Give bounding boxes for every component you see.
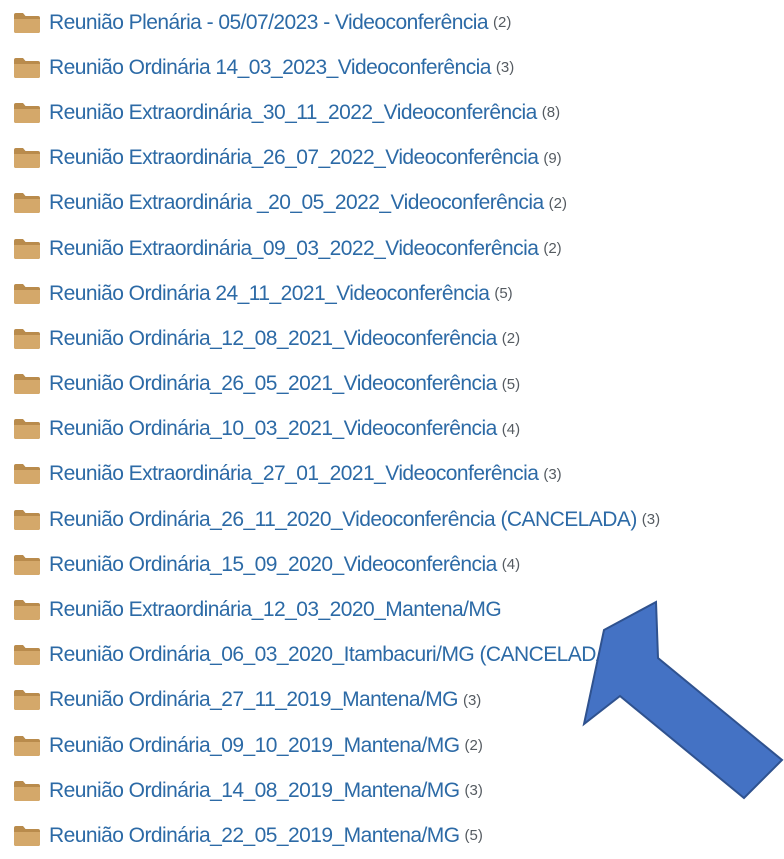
folder-icon <box>14 554 40 575</box>
folder-link[interactable]: Reunião Ordinária_12_08_2021_Videoconfer… <box>49 327 497 351</box>
folder-icon <box>14 509 40 530</box>
folder-icon <box>14 600 40 621</box>
folder-count: (5) <box>494 285 513 303</box>
folder-row[interactable]: Reunião Ordinária_26_05_2021_Videoconfer… <box>13 362 660 407</box>
folder-link[interactable]: Reunião Extraordinária_12_03_2020_Manten… <box>49 598 502 622</box>
folder-count: (2) <box>501 330 521 348</box>
folder-icon <box>14 825 40 846</box>
folder-count: (3) <box>495 59 515 77</box>
folder-link[interactable]: Reunião Ordinária_26_11_2020_Videoconfer… <box>49 508 637 532</box>
folder-list: Reunião Plenária - 05/07/2023 - Videocon… <box>13 0 660 859</box>
folder-link[interactable]: Reunião Ordinária_15_09_2020_Videoconfer… <box>49 553 497 577</box>
folder-count: (2) <box>493 14 512 32</box>
folder-count: (3) <box>543 465 562 483</box>
folder-link[interactable]: Reunião Extraordinária_09_03_2022_Videoc… <box>49 237 539 261</box>
folder-icon <box>14 328 40 349</box>
folder-icon <box>14 193 40 214</box>
folder-row[interactable]: Reunião Plenária - 05/07/2023 - Videocon… <box>13 0 660 45</box>
folder-link[interactable]: Reunião Ordinária 24_11_2021_Videoconfer… <box>49 282 490 306</box>
folder-row[interactable]: Reunião Ordinária 24_11_2021_Videoconfer… <box>13 271 660 316</box>
folder-link[interactable]: Reunião Extraordinária _20_05_2022_Video… <box>49 191 544 215</box>
folder-count: (8) <box>541 104 561 122</box>
folder-row[interactable]: Reunião Extraordinária_26_07_2022_Videoc… <box>13 136 660 181</box>
folder-row[interactable]: Reunião Extraordinária _20_05_2022_Video… <box>13 181 660 226</box>
folder-icon <box>14 374 40 395</box>
folder-link[interactable]: Reunião Ordinária_22_05_2019_Mantena/MG <box>49 824 460 848</box>
folder-row[interactable]: Reunião Ordinária_22_05_2019_Mantena/MG(… <box>13 813 660 858</box>
folder-count: (5) <box>501 375 521 393</box>
folder-link[interactable]: Reunião Ordinária_14_08_2019_Mantena/MG <box>49 779 460 803</box>
folder-link[interactable]: Reunião Ordinária_06_03_2020_Itambacuri/… <box>49 643 616 667</box>
folder-icon <box>14 645 40 666</box>
folder-icon <box>14 690 40 711</box>
folder-count: (4) <box>501 420 521 438</box>
folder-icon <box>14 148 40 169</box>
folder-row[interactable]: Reunião Extraordinária_30_11_2022_Videoc… <box>13 90 660 135</box>
folder-row[interactable]: Reunião Ordinária_06_03_2020_Itambacuri/… <box>13 633 660 678</box>
folder-row[interactable]: Reunião Ordinária_12_08_2021_Videoconfer… <box>13 316 660 361</box>
folder-link[interactable]: Reunião Extraordinária_27_01_2021_Videoc… <box>49 462 539 486</box>
folder-icon <box>14 12 40 33</box>
folder-count: (2) <box>548 194 567 212</box>
folder-icon <box>14 57 40 78</box>
folder-count: (3) <box>620 646 640 664</box>
folder-link[interactable]: Reunião Ordinária_09_10_2019_Mantena/MG <box>49 734 460 758</box>
folder-count: (5) <box>464 827 483 845</box>
folder-link[interactable]: Reunião Ordinária_26_05_2021_Videoconfer… <box>49 372 497 396</box>
folder-row[interactable]: Reunião Extraordinária_27_01_2021_Videoc… <box>13 452 660 497</box>
folder-link[interactable]: Reunião Ordinária_27_11_2019_Mantena/MG <box>49 688 459 712</box>
folder-row[interactable]: Reunião Extraordinária_12_03_2020_Manten… <box>13 587 660 632</box>
folder-link[interactable]: Reunião Ordinária 14_03_2023_Videoconfer… <box>49 56 491 80</box>
folder-icon <box>14 419 40 440</box>
folder-row[interactable]: Reunião Ordinária_10_03_2021_Videoconfer… <box>13 407 660 452</box>
folder-row[interactable]: Reunião Extraordinária_09_03_2022_Videoc… <box>13 226 660 271</box>
folder-count: (2) <box>543 240 562 258</box>
folder-count: (9) <box>543 149 562 167</box>
folder-link[interactable]: Reunião Ordinária_10_03_2021_Videoconfer… <box>49 417 497 441</box>
folder-count: (3) <box>641 511 661 529</box>
folder-row[interactable]: Reunião Ordinária 14_03_2023_Videoconfer… <box>13 45 660 90</box>
folder-count: (4) <box>501 556 521 574</box>
folder-icon <box>14 102 40 123</box>
folder-link[interactable]: Reunião Extraordinária_26_07_2022_Videoc… <box>49 146 539 170</box>
folder-row[interactable]: Reunião Ordinária_15_09_2020_Videoconfer… <box>13 542 660 587</box>
folder-row[interactable]: Reunião Ordinária_09_10_2019_Mantena/MG(… <box>13 723 660 768</box>
folder-count: (3) <box>464 782 483 800</box>
folder-icon <box>14 735 40 756</box>
folder-row[interactable]: Reunião Ordinária_14_08_2019_Mantena/MG(… <box>13 768 660 813</box>
folder-icon <box>14 464 40 485</box>
folder-row[interactable]: Reunião Ordinária_27_11_2019_Mantena/MG(… <box>13 678 660 723</box>
folder-icon <box>14 283 40 304</box>
folder-link[interactable]: Reunião Extraordinária_30_11_2022_Videoc… <box>49 101 537 125</box>
folder-icon <box>14 238 40 259</box>
folder-link[interactable]: Reunião Plenária - 05/07/2023 - Videocon… <box>49 11 489 35</box>
folder-count: (3) <box>462 691 482 709</box>
folder-icon <box>14 780 40 801</box>
folder-row[interactable]: Reunião Ordinária_26_11_2020_Videoconfer… <box>13 497 660 542</box>
folder-count: (2) <box>464 737 483 755</box>
